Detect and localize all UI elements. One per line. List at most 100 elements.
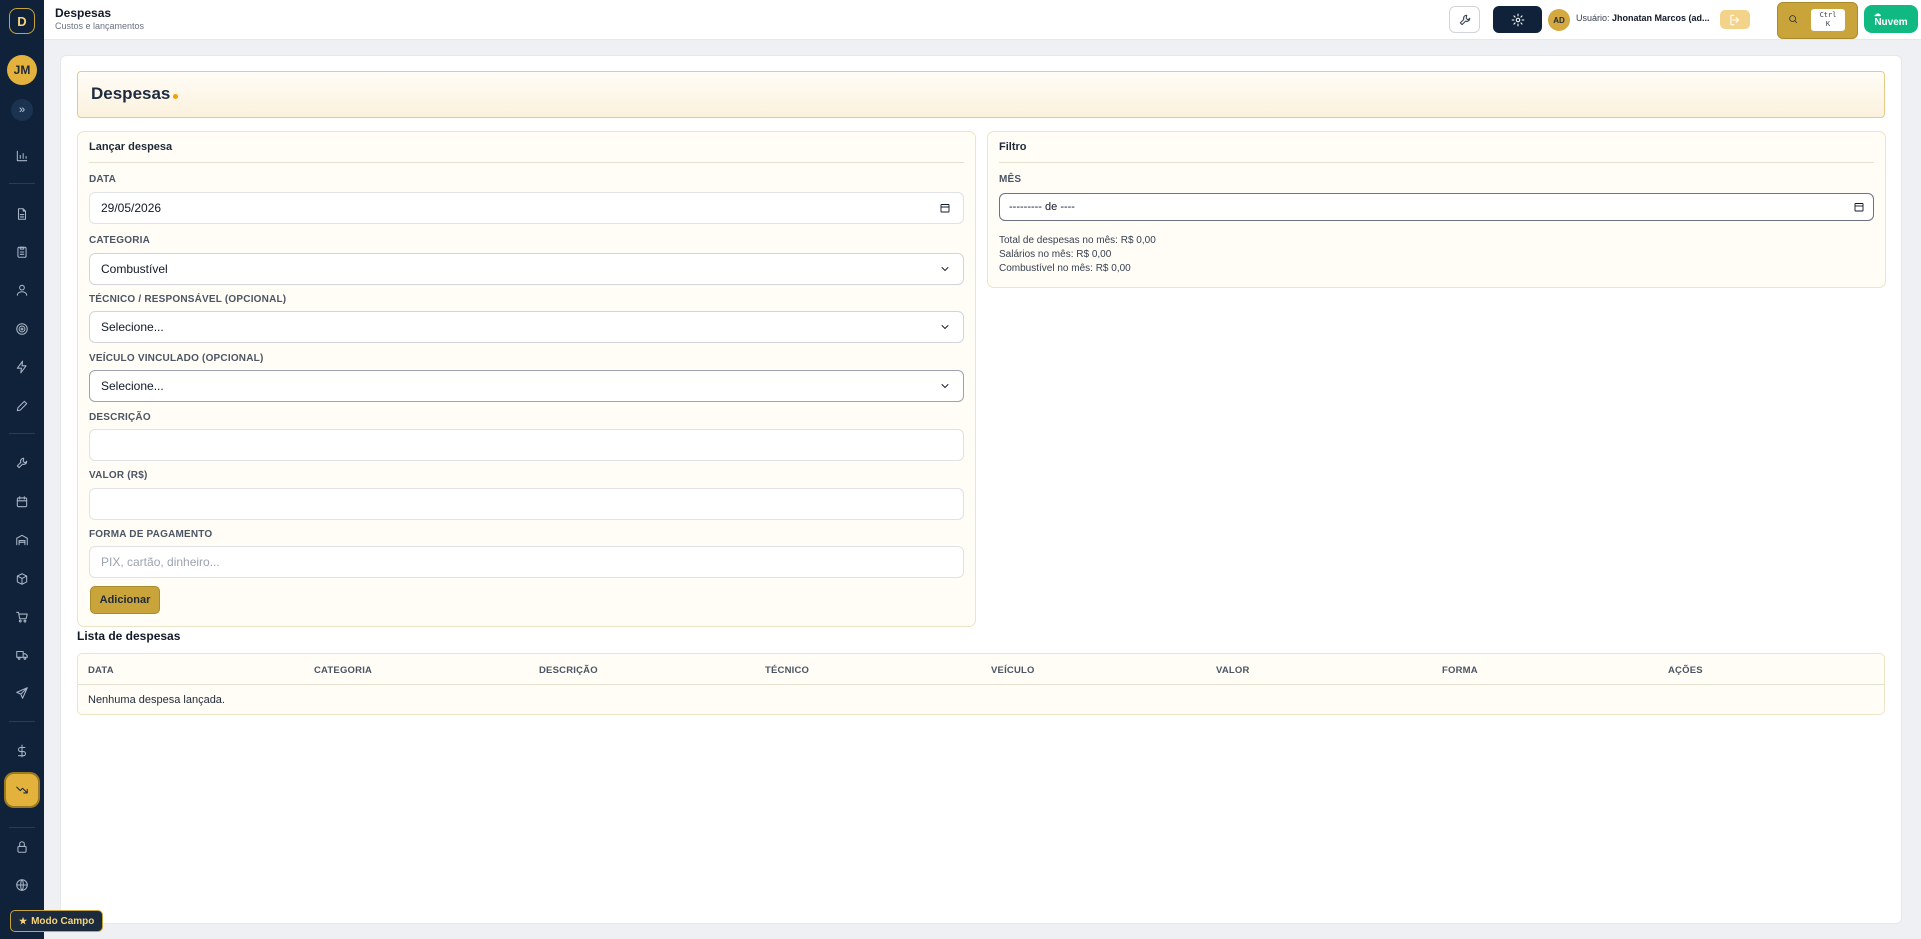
sidebar-item-calendar[interactable] [10, 490, 34, 514]
shortcut-key-ctrl: Ctrl [1819, 11, 1837, 19]
sidebar-item-edit[interactable] [10, 394, 34, 418]
technician-select[interactable]: Selecione... [89, 311, 964, 343]
document-icon [17, 208, 27, 220]
sidebar-divider [9, 433, 35, 434]
chevron-down-icon [939, 321, 951, 336]
column-header-description[interactable]: DESCRIÇÃO [539, 665, 598, 676]
sidebar-item-web[interactable] [10, 873, 34, 897]
field-mode-label: Modo Campo [31, 915, 95, 927]
sidebar-item-energy[interactable] [10, 355, 34, 379]
sidebar-divider [9, 183, 35, 184]
truck-icon [16, 650, 28, 660]
sidebar-item-dashboard[interactable] [10, 144, 34, 168]
sidebar-item-expenses[interactable] [6, 774, 38, 806]
calendar-icon [16, 496, 28, 508]
date-label: DATA [89, 174, 117, 185]
search-icon [1789, 15, 1798, 24]
column-header-category[interactable]: CATEGORIA [314, 665, 372, 676]
page-header-subtitle: Custos e lançamentos [55, 21, 145, 31]
chevron-down-icon [939, 380, 951, 395]
sidebar-divider [9, 721, 35, 722]
warehouse-icon [16, 534, 28, 546]
cloud-status-button[interactable]: ☁ Nuvem [1864, 5, 1918, 33]
category-select[interactable]: Combustível [89, 253, 964, 285]
column-header-vehicle[interactable]: VEÍCULO [991, 665, 1035, 676]
topbar: Despesas Custos e lançamentos AD Usuário… [44, 0, 1921, 40]
category-label: CATEGORIA [89, 235, 151, 246]
vehicle-select[interactable]: Selecione... [89, 370, 964, 402]
lock-icon [17, 841, 27, 853]
divider [89, 162, 964, 163]
cloud-icon: ☁ [1874, 11, 1881, 18]
date-value: 29/05/2026 [101, 201, 162, 215]
shortcut-key-k: K [1825, 20, 1831, 28]
sidebar-item-inventory[interactable] [10, 567, 34, 591]
technician-label: TÉCNICO / RESPONSÁVEL (OPCIONAL) [89, 294, 287, 305]
column-header-amount[interactable]: VALOR [1216, 665, 1250, 676]
user-name: Jhonatan Marcos (ad... [1612, 13, 1710, 23]
cloud-label: Nuvem [1874, 16, 1908, 28]
chevron-down-icon [939, 263, 951, 278]
logout-button[interactable] [1720, 10, 1750, 29]
tools-button[interactable] [1449, 6, 1480, 33]
calendar-icon[interactable] [1853, 201, 1865, 216]
expand-sidebar-button[interactable]: » [11, 99, 33, 121]
page-banner: Despesas [77, 71, 1885, 118]
sidebar-item-orders[interactable] [10, 240, 34, 264]
sidebar-item-dispatch[interactable] [10, 681, 34, 705]
description-label: DESCRIÇÃO [89, 412, 151, 423]
search-button[interactable]: Ctrl K [1777, 2, 1858, 39]
column-header-technician[interactable]: TÉCNICO [765, 665, 809, 676]
sidebar-item-warehouse[interactable] [10, 528, 34, 552]
app-logo[interactable]: D [9, 8, 35, 34]
total-expenses-text: Total de despesas no mês: R$ 0,00 [999, 235, 1156, 246]
page-header-title: Despesas [55, 6, 112, 20]
send-icon [16, 687, 28, 699]
pencil-icon [16, 400, 28, 412]
salaries-total-text: Salários no mês: R$ 0,00 [999, 249, 1112, 260]
calendar-icon[interactable] [939, 202, 951, 217]
sidebar-item-finance[interactable] [10, 739, 34, 763]
sidebar: D JM » [0, 0, 44, 939]
sidebar-item-clients[interactable] [10, 278, 34, 302]
user-avatar[interactable]: JM [7, 55, 37, 85]
sidebar-item-tools[interactable] [10, 451, 34, 475]
filter-title: Filtro [999, 141, 1027, 153]
column-header-actions: AÇÕES [1668, 665, 1703, 676]
user-icon [16, 284, 28, 296]
payment-placeholder: PIX, cartão, dinheiro... [101, 555, 220, 569]
payment-label: FORMA DE PAGAMENTO [89, 529, 213, 540]
sidebar-item-vehicles[interactable] [10, 643, 34, 667]
globe-icon [16, 879, 28, 891]
column-header-payment[interactable]: FORMA [1442, 665, 1478, 676]
technician-value: Selecione... [101, 320, 164, 334]
month-value: --------- de ---- [1009, 201, 1075, 213]
wrench-icon [1459, 14, 1470, 25]
payment-input[interactable]: PIX, cartão, dinheiro... [89, 546, 964, 578]
amount-label: VALOR (R$) [89, 470, 148, 481]
status-dot [173, 94, 178, 99]
user-label: Usuário: [1576, 13, 1610, 23]
sidebar-item-goals[interactable] [10, 317, 34, 341]
vehicle-value: Selecione... [101, 379, 164, 393]
page-title: Despesas [91, 84, 171, 103]
sidebar-item-security[interactable] [10, 835, 34, 859]
admin-avatar[interactable]: AD [1548, 9, 1570, 31]
month-input[interactable]: --------- de ---- [999, 193, 1874, 221]
description-input[interactable] [89, 429, 964, 461]
month-label: MÊS [999, 174, 1022, 185]
column-header-date[interactable]: DATA [88, 665, 114, 676]
settings-button[interactable] [1493, 6, 1542, 33]
add-expense-button[interactable]: Adicionar [90, 586, 160, 614]
field-mode-button[interactable]: ★ Modo Campo [10, 910, 104, 932]
filter-card: Filtro MÊS --------- de ---- Total de de… [987, 131, 1886, 288]
amount-input[interactable] [89, 488, 964, 520]
date-input[interactable]: 29/05/2026 [89, 192, 964, 224]
trending-down-icon [16, 786, 28, 794]
table-header: DATA CATEGORIA DESCRIÇÃO TÉCNICO VEÍCULO… [78, 654, 1884, 685]
sidebar-item-documents[interactable] [10, 202, 34, 226]
target-icon [16, 323, 28, 335]
sidebar-item-purchases[interactable] [10, 605, 34, 629]
expense-table: DATA CATEGORIA DESCRIÇÃO TÉCNICO VEÍCULO… [77, 653, 1885, 715]
vehicle-label: VEÍCULO VINCULADO (OPCIONAL) [89, 353, 264, 364]
